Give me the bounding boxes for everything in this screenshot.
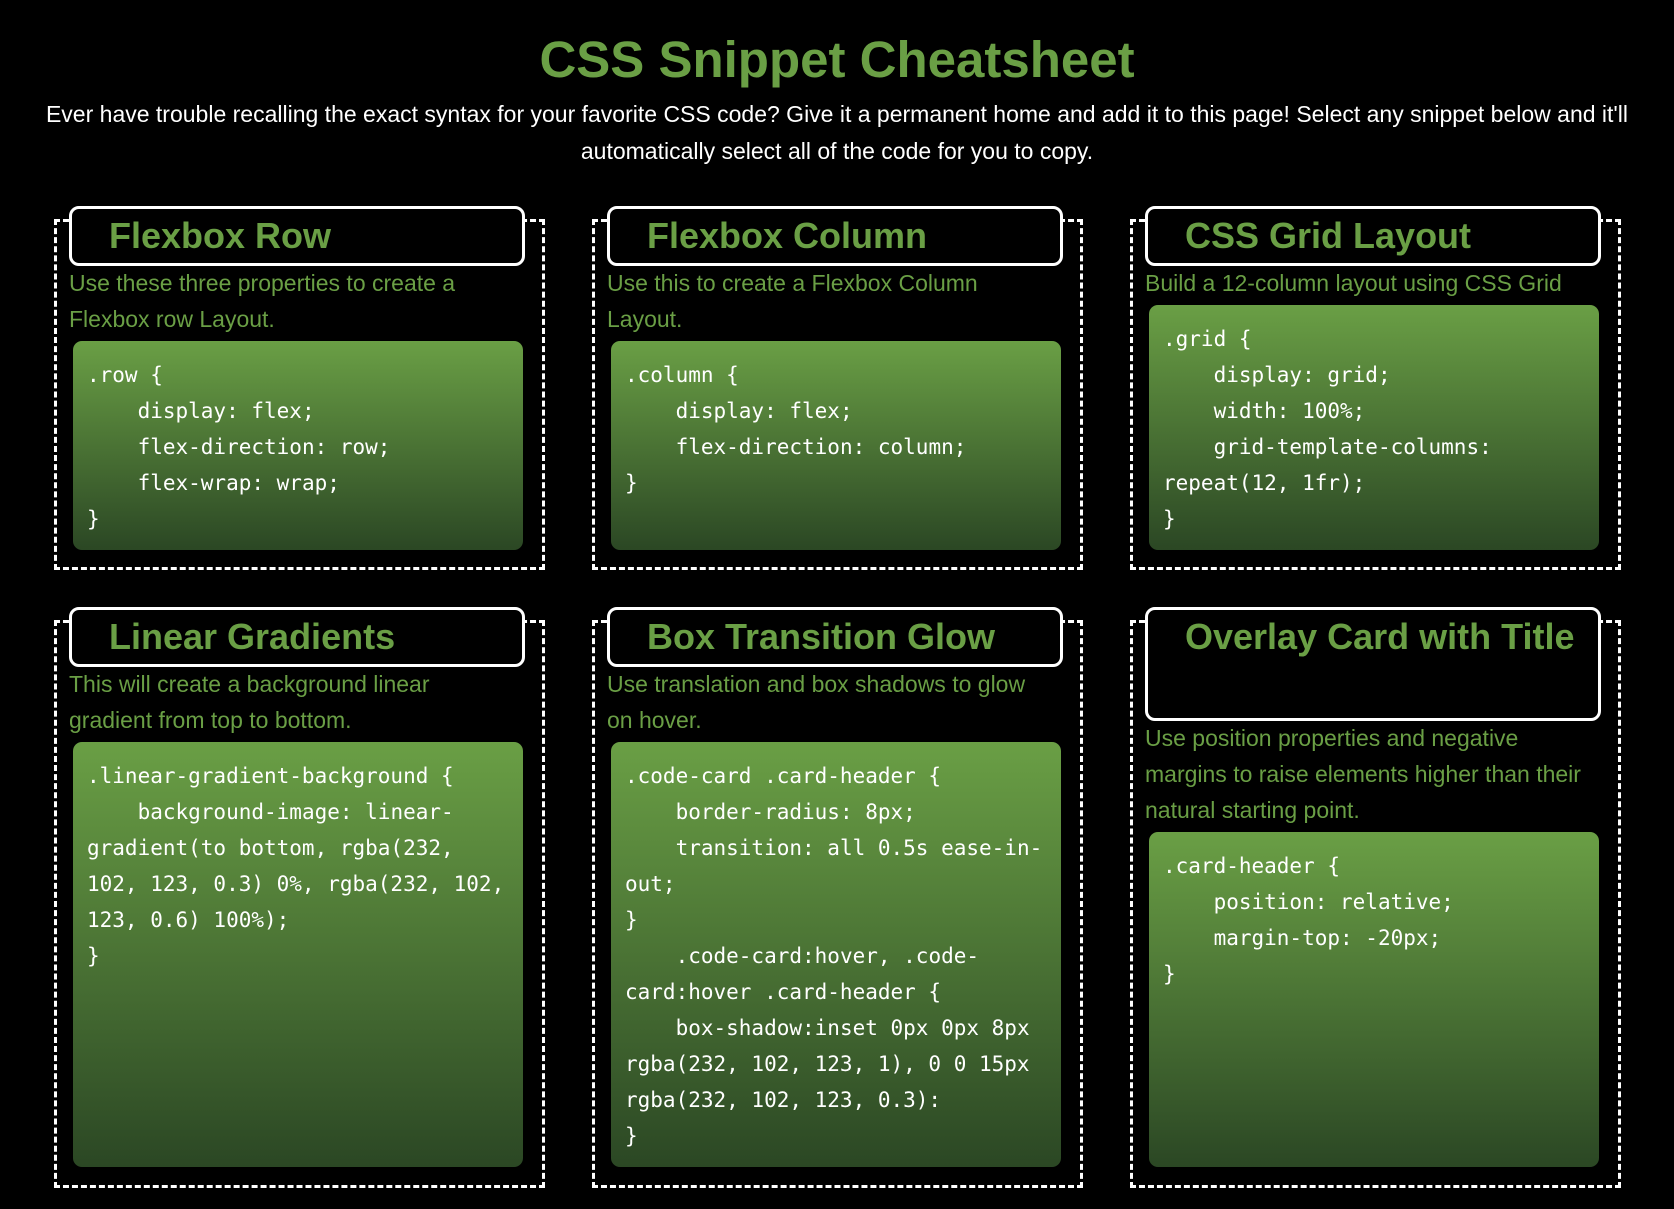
card-header-box-transition-glow: Box Transition Glow — [607, 607, 1063, 667]
card-title: Box Transition Glow — [647, 616, 996, 657]
card-description: Build a 12-column layout using CSS Grid — [1145, 270, 1562, 296]
card-title: Overlay Card with Title — [1185, 616, 1575, 657]
card-description: Use these three properties to create a F… — [69, 270, 456, 332]
page-title: CSS Snippet Cheatsheet — [539, 31, 1135, 88]
code-snippet[interactable]: .code-card .card-header { border-radius:… — [611, 742, 1061, 1167]
card-title: Flexbox Column — [647, 215, 928, 256]
card-header-flexbox-column: Flexbox Column — [607, 206, 1063, 266]
code-snippet[interactable]: .linear-gradient-background { background… — [73, 742, 523, 1167]
card-header-overlay-card: Overlay Card with Title — [1145, 607, 1601, 721]
code-snippet[interactable]: .row { display: flex; flex-direction: ro… — [73, 341, 523, 550]
code-snippet[interactable]: .grid { display: grid; width: 100%; grid… — [1149, 305, 1599, 550]
card-description: Use position properties and negative mar… — [1145, 725, 1581, 823]
card-header-flexbox-row: Flexbox Row — [69, 206, 525, 266]
card-description: Use translation and box shadows to glow … — [607, 671, 1026, 733]
card-description: Use this to create a Flexbox Column Layo… — [607, 270, 978, 332]
card-title: Flexbox Row — [109, 215, 332, 256]
card-description: This will create a background linear gra… — [69, 671, 430, 733]
card-header-css-grid: CSS Grid Layout — [1145, 206, 1601, 266]
card-title: Linear Gradients — [109, 616, 396, 657]
page-intro: Ever have trouble recalling the exact sy… — [45, 101, 1629, 164]
code-snippet[interactable]: .card-header { position: relative; margi… — [1149, 832, 1599, 1167]
card-header-linear-gradients: Linear Gradients — [69, 607, 525, 667]
card-title: CSS Grid Layout — [1185, 215, 1472, 256]
code-snippet[interactable]: .column { display: flex; flex-direction:… — [611, 341, 1061, 550]
